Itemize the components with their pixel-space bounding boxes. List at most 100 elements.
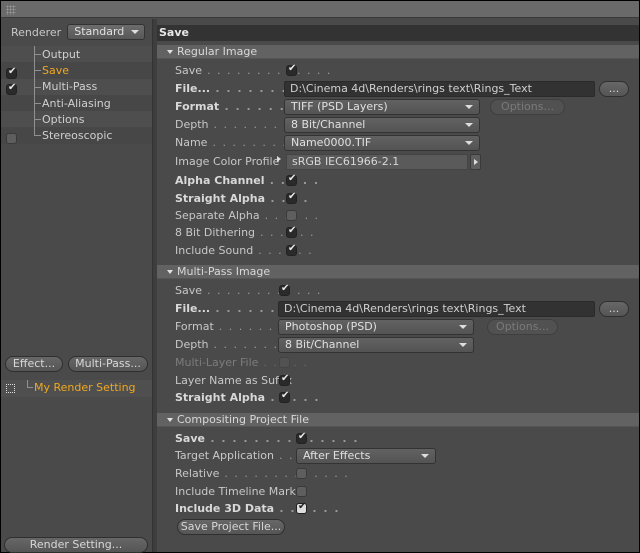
regular-save-row: Save . . . . . . . . . . . . .	[157, 63, 639, 79]
separate-alpha-label: Separate Alpha . . . . . .	[175, 209, 320, 222]
renderer-row: Renderer Standard	[11, 24, 146, 40]
label-text: Name	[175, 136, 208, 149]
comp-save-checkbox[interactable]	[296, 431, 307, 444]
regular-format-row: Format . . . . . . . . . TIFF (PSD Layer…	[157, 99, 639, 115]
tree-item-save[interactable]: Save	[1, 62, 152, 79]
tree-item-output[interactable]: Output	[1, 46, 152, 63]
label-text: Straight Alpha	[175, 192, 266, 205]
mp-file-row: File... . . . . . . . . . D:\Cinema 4d\R…	[157, 301, 639, 317]
include-sound-row: Include Sound . . . . . .	[157, 243, 639, 259]
render-setting-name: My Render Setting	[34, 381, 136, 394]
collapse-triangle-icon	[167, 418, 173, 422]
regular-profile-row: Image Color Profile sRGB IEC61966-2.1	[157, 154, 639, 170]
mp-file-input[interactable]: D:\Cinema 4d\Renders\rings text\Rings_Te…	[278, 301, 595, 317]
include-sound-checkbox[interactable]	[286, 243, 297, 256]
multilayer-checkbox[interactable]	[279, 357, 290, 368]
regular-depth-row: Depth . . . . . . . . . . . 8 Bit/Channe…	[157, 117, 639, 133]
mp-depth-row: Depth . . . . . . . . . . 8 Bit/Channel	[157, 337, 639, 353]
title-bar[interactable]	[1, 1, 639, 18]
save-enabled-checkbox[interactable]	[6, 66, 17, 79]
tree-connector	[34, 54, 41, 55]
chevron-down-icon	[465, 105, 473, 109]
leader-dots: . . . . . . . . . . . . .	[202, 64, 332, 77]
target-app-row: Target Application . . . . . After Effec…	[157, 448, 639, 464]
separate-alpha-row: Separate Alpha . . . . . .	[157, 208, 639, 224]
tree-item-multi-pass[interactable]: Multi-Pass	[1, 78, 152, 96]
dithering-checkbox[interactable]	[286, 225, 297, 238]
tree-item-label: Options	[42, 112, 85, 126]
straight-alpha-label: Straight Alpha . . . . .	[175, 391, 320, 404]
relative-checkbox[interactable]	[296, 468, 307, 479]
tree-item-label: Output	[42, 47, 81, 61]
layer-suffix-checkbox[interactable]	[279, 373, 290, 386]
chevron-down-icon	[459, 325, 467, 329]
regular-depth-select[interactable]: 8 Bit/Channel	[284, 117, 480, 133]
straight-alpha-checkbox[interactable]	[286, 191, 297, 204]
timeline-marker-row: Include Timeline Marker	[157, 484, 639, 500]
straight-alpha-row: Straight Alpha . . . .	[157, 191, 639, 207]
mp-straight-alpha-row: Straight Alpha . . . . .	[157, 390, 639, 406]
tree-item-options[interactable]: Options	[1, 111, 152, 128]
separate-alpha-checkbox[interactable]	[286, 210, 297, 221]
regular-name-select[interactable]: Name0000.TIF	[284, 135, 480, 151]
tree-item-anti-aliasing[interactable]: Anti-Aliasing	[1, 94, 152, 112]
mp-depth-select[interactable]: 8 Bit/Channel	[278, 337, 474, 353]
right-panel: Save Regular Image Save . . . . . . . . …	[157, 19, 639, 552]
tree-connector	[27, 380, 33, 388]
timeline-marker-checkbox[interactable]	[296, 486, 307, 497]
mp-options-button[interactable]: Options...	[487, 319, 558, 335]
tree-item-stereoscopic[interactable]: Stereoscopic	[1, 127, 152, 145]
save-project-file-button[interactable]: Save Project File...	[177, 519, 285, 535]
mp-save-checkbox[interactable]	[279, 283, 290, 296]
leader-dots: . . . . .	[265, 391, 321, 404]
render-setting-icon	[6, 384, 15, 393]
multipass-enabled-checkbox[interactable]	[6, 82, 17, 96]
mp-straight-alpha-checkbox[interactable]	[279, 390, 290, 403]
label-text: File...	[175, 302, 211, 315]
section-multi-pass[interactable]: Multi-Pass Image	[157, 265, 639, 279]
select-value: TIFF (PSD Layers)	[291, 100, 388, 113]
label-text: Alpha Channel	[175, 174, 265, 187]
leader-dots: . . . . . .	[253, 244, 314, 257]
tree-connector	[34, 86, 41, 88]
alpha-channel-checkbox[interactable]	[286, 173, 297, 186]
renderer-select[interactable]: Standard	[67, 24, 146, 40]
label-text: 8 Bit Dithering	[175, 226, 256, 239]
select-value: 8 Bit/Channel	[285, 338, 360, 351]
include-3d-checkbox[interactable]	[296, 501, 307, 514]
mp-format-row: Format . . . . . . . . . . Photoshop (PS…	[157, 319, 639, 335]
regular-browse-button[interactable]: ...	[599, 81, 629, 97]
tree-connector	[34, 135, 41, 137]
label-text: Format	[175, 320, 214, 333]
regular-file-row: File... . . . . . . . . . . D:\Cinema 4d…	[157, 81, 639, 97]
section-title: Compositing Project File	[177, 413, 309, 426]
renderer-value: Standard	[74, 25, 125, 38]
expand-triangle-icon[interactable]	[277, 156, 281, 162]
regular-file-input[interactable]: D:\Cinema 4d\Renders\rings text\Rings_Te…	[284, 81, 595, 97]
stereoscopic-enabled-checkbox[interactable]	[6, 133, 17, 145]
render-setting-item[interactable]: My Render Setting	[1, 380, 152, 397]
label-text: Target Application	[175, 449, 274, 462]
leader-dots: . . . . . .	[274, 502, 341, 515]
regular-save-checkbox[interactable]	[286, 63, 297, 76]
mp-save-row: Save . . . . . . . . . . . .	[157, 283, 639, 299]
label-text: Save	[175, 284, 203, 297]
include-3d-row: Include 3D Data . . . . . .	[157, 501, 639, 517]
mp-browse-button[interactable]: ...	[599, 301, 629, 317]
section-compositing[interactable]: Compositing Project File	[157, 413, 639, 427]
regular-options-button[interactable]: Options...	[490, 99, 565, 115]
mp-format-select[interactable]: Photoshop (PSD)	[278, 319, 474, 335]
grip-icon[interactable]	[6, 5, 16, 15]
section-regular-image[interactable]: Regular Image	[157, 45, 639, 59]
label-text: Include 3D Data	[175, 502, 275, 515]
color-profile-menu-button[interactable]	[470, 154, 481, 170]
effect-button[interactable]: Effect...	[5, 356, 63, 372]
regular-format-select[interactable]: TIFF (PSD Layers)	[284, 99, 480, 115]
comp-save-row: Save . . . . . . . . . . . . . .	[157, 431, 639, 447]
render-setting-button[interactable]: Render Setting...	[4, 537, 148, 553]
color-profile-field[interactable]: sRGB IEC61966-2.1	[286, 154, 468, 170]
multi-pass-button[interactable]: Multi-Pass...	[68, 356, 148, 372]
tree-item-label: Anti-Aliasing	[42, 96, 111, 110]
alpha-channel-row: Alpha Channel . . . . .	[157, 173, 639, 189]
target-app-select[interactable]: After Effects	[296, 448, 436, 464]
